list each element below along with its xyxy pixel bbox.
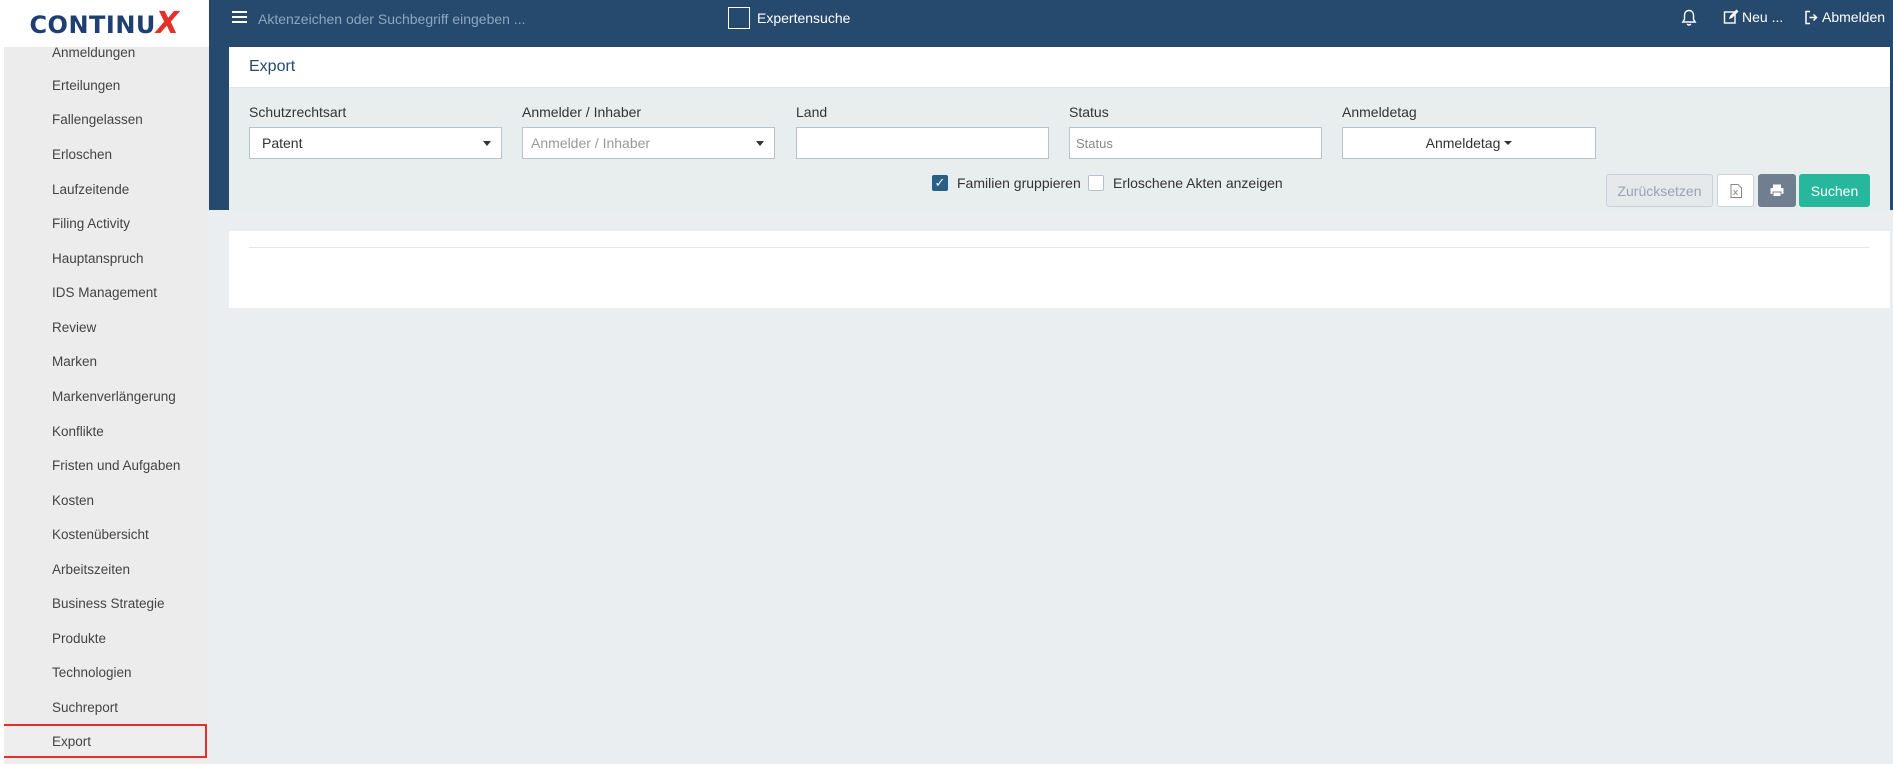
land-label: Land: [796, 104, 828, 120]
schutzrechtsart-label: Schutzrechtsart: [249, 104, 347, 120]
results-panel: [229, 231, 1890, 308]
anmelder-placeholder: Anmelder / Inhaber: [531, 135, 651, 151]
land-input[interactable]: [803, 128, 1048, 158]
sign-out-icon: [1805, 10, 1818, 24]
export-panel: Export Schutzrechtsart Patent Anmelder /…: [229, 47, 1890, 210]
sidebar-item-fallengelassen[interactable]: Fallengelassen: [4, 102, 209, 136]
hamburger-icon[interactable]: [232, 11, 247, 25]
top-navbar: CONTINUX Expertensuche Neu ... Abmelden: [0, 0, 1893, 47]
sidebar-item-technologien[interactable]: Technologien: [4, 655, 209, 689]
sidebar-item-erloschen[interactable]: Erloschen: [4, 137, 209, 171]
caret-down-icon: [1504, 141, 1513, 145]
sidebar-item-business-strategie[interactable]: Business Strategie: [4, 586, 209, 620]
expert-search-checkbox[interactable]: [728, 7, 750, 29]
sidebar-item-anmeldungen[interactable]: Anmeldungen: [4, 47, 209, 69]
search-button[interactable]: Suchen: [1799, 174, 1870, 207]
logout-label: Abmelden: [1822, 9, 1886, 25]
erloschene-akten-label: Erloschene Akten anzeigen: [1113, 175, 1283, 191]
results-divider: [249, 247, 1870, 248]
print-button[interactable]: [1758, 174, 1796, 207]
familien-gruppieren-checkbox[interactable]: ✓: [932, 175, 948, 191]
sidebar-item-kostenuebersicht[interactable]: Kostenübersicht: [4, 517, 209, 551]
sidebar-item-hauptanspruch[interactable]: Hauptanspruch: [4, 241, 209, 275]
logo-x: X: [155, 6, 180, 41]
sidebar-item-fristen-und-aufgaben[interactable]: Fristen und Aufgaben: [4, 448, 209, 482]
sidebar-item-produkte[interactable]: Produkte: [4, 621, 209, 655]
sidebar-item-konflikte[interactable]: Konflikte: [4, 414, 209, 448]
erloschene-akten-checkbox[interactable]: [1088, 175, 1104, 191]
status-label: Status: [1069, 104, 1109, 120]
logo-text: CONTINU: [29, 11, 156, 39]
page-title: Export: [249, 58, 296, 75]
anmeldetag-dropdown-button[interactable]: Anmeldetag: [1342, 127, 1596, 159]
familien-gruppieren-label: Familien gruppieren: [957, 175, 1081, 191]
chevron-down-icon: [483, 141, 491, 146]
new-label: Neu ...: [1742, 9, 1784, 25]
bell-icon: [1681, 9, 1697, 26]
sidebar-item-suchreport[interactable]: Suchreport: [4, 690, 209, 724]
status-field[interactable]: [1069, 127, 1322, 159]
sidebar-item-erteilungen[interactable]: Erteilungen: [4, 68, 209, 102]
print-icon: [1770, 184, 1784, 197]
schutzrechtsart-select[interactable]: Patent: [249, 127, 502, 159]
sidebar-item-export[interactable]: Export: [4, 724, 207, 758]
edit-icon: [1723, 9, 1739, 24]
new-button[interactable]: Neu ...: [1723, 9, 1783, 25]
logout-button[interactable]: Abmelden: [1804, 9, 1885, 25]
anmelder-label: Anmelder / Inhaber: [522, 104, 642, 120]
sidebar-item-laufzeitende[interactable]: Laufzeitende: [4, 172, 209, 206]
anmelder-select[interactable]: Anmelder / Inhaber: [522, 127, 775, 159]
expert-search-label: Expertensuche: [757, 10, 851, 26]
notifications-button[interactable]: [1681, 9, 1697, 27]
schutzrechtsart-value: Patent: [262, 135, 303, 151]
status-input[interactable]: [1076, 128, 1321, 158]
land-field[interactable]: [796, 127, 1049, 159]
anmeldetag-label: Anmeldetag: [1342, 104, 1417, 120]
sidebar-item-markenverlaengerung[interactable]: Markenverlängerung: [4, 379, 209, 413]
sidebar-item-review[interactable]: Review: [4, 310, 209, 344]
reset-button[interactable]: Zurücksetzen: [1606, 174, 1713, 207]
anmeldetag-button-label: Anmeldetag: [1425, 135, 1501, 151]
search-input[interactable]: [258, 8, 698, 30]
sidebar-item-marken[interactable]: Marken: [4, 344, 209, 378]
sidebar-item-arbeitszeiten[interactable]: Arbeitszeiten: [4, 552, 209, 586]
excel-export-button[interactable]: [1717, 174, 1754, 207]
sidebar-item-filing-activity[interactable]: Filing Activity: [4, 206, 209, 240]
sidebar-item-ids-management[interactable]: IDS Management: [4, 275, 209, 309]
panel-header: Export: [229, 47, 1890, 88]
sidebar: Anmeldungen Erteilungen Fallengelassen E…: [4, 47, 209, 764]
excel-icon: [1730, 183, 1742, 198]
logo[interactable]: CONTINUX: [0, 0, 209, 47]
chevron-down-icon: [756, 141, 764, 146]
sidebar-item-kosten[interactable]: Kosten: [4, 483, 209, 517]
